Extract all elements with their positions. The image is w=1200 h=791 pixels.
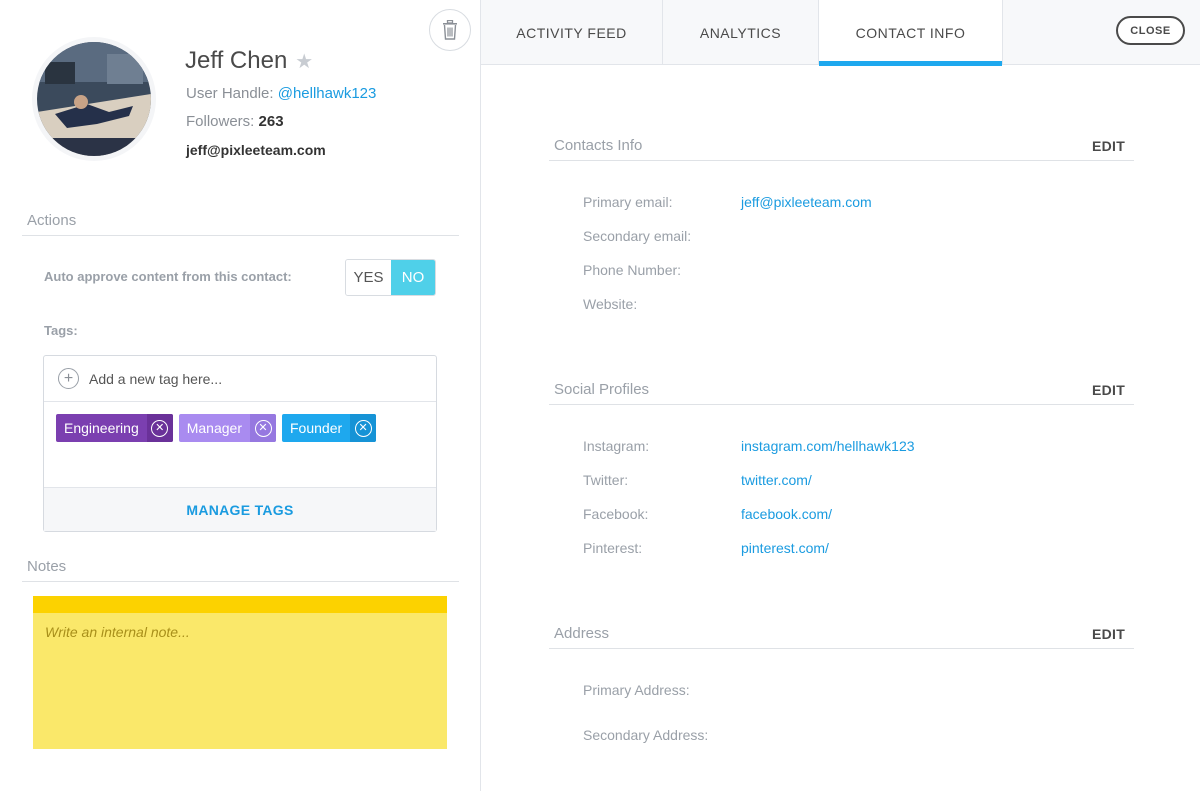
contact-sidebar: Jeff Chen ★ User Handle: @hellhawk123 Fo… <box>0 0 481 791</box>
avatar <box>32 37 156 161</box>
tag-chip-label: Manager <box>186 420 242 436</box>
contacts-info-divider <box>549 160 1134 161</box>
user-handle-link[interactable]: @hellhawk123 <box>278 85 377 102</box>
followers-count: 263 <box>258 113 284 130</box>
tab-analytics[interactable]: ANALYTICS <box>663 0 819 65</box>
social-profiles-heading: Social Profiles <box>554 381 650 398</box>
add-tag-input[interactable]: + Add a new tag here... <box>44 356 436 402</box>
secondary-email-label: Secondary email: <box>583 228 692 244</box>
actions-heading: Actions <box>27 212 77 229</box>
close-circle-icon: ✕ <box>151 419 169 437</box>
delete-contact-button[interactable] <box>429 9 471 51</box>
avatar-photo <box>37 42 151 156</box>
secondary-address-label: Secondary Address: <box>583 727 709 743</box>
tags-box: + Add a new tag here... Engineering ✕ Ma… <box>43 355 437 532</box>
tag-chip-manager: Manager ✕ <box>178 414 276 442</box>
close-circle-icon: ✕ <box>354 419 372 437</box>
notes-divider <box>22 581 459 582</box>
social-profiles-divider <box>549 404 1134 405</box>
add-tag-placeholder: Add a new tag here... <box>89 370 223 387</box>
contact-name-text: Jeff Chen <box>185 47 288 74</box>
contact-email: jeff@pixleeteam.com <box>186 142 326 158</box>
primary-email-link[interactable]: jeff@pixleeteam.com <box>741 194 872 210</box>
followers-row: Followers: 263 <box>186 113 284 130</box>
twitter-label: Twitter: <box>583 472 629 488</box>
instagram-link[interactable]: instagram.com/hellhawk123 <box>741 438 915 454</box>
primary-email-label: Primary email: <box>583 194 673 210</box>
followers-label: Followers: <box>186 113 255 130</box>
pinterest-link[interactable]: pinterest.com/ <box>741 540 829 556</box>
tag-chip-label: Engineering <box>64 420 139 436</box>
instagram-label: Instagram: <box>583 438 650 454</box>
address-heading: Address <box>554 625 610 642</box>
tab-bar: ACTIVITY FEED ANALYTICS CONTACT INFO <box>481 0 1200 66</box>
user-handle-label: User Handle: <box>186 85 274 102</box>
tag-chip-label: Founder <box>290 420 343 436</box>
notes-heading: Notes <box>27 558 67 575</box>
remove-tag-button[interactable]: ✕ <box>250 414 276 442</box>
remove-tag-button[interactable]: ✕ <box>350 414 377 442</box>
close-circle-icon: ✕ <box>254 419 272 437</box>
actions-divider <box>22 235 459 236</box>
address-divider <box>549 648 1134 649</box>
tag-list: Engineering ✕ Manager ✕ Founder ✕ <box>56 414 377 442</box>
primary-address-label: Primary Address: <box>583 682 690 698</box>
twitter-link[interactable]: twitter.com/ <box>741 472 812 488</box>
note-header-bar <box>33 596 447 613</box>
auto-approve-label: Auto approve content from this contact: <box>44 269 292 284</box>
tag-chip-founder: Founder ✕ <box>282 414 377 442</box>
website-label: Website: <box>583 296 638 312</box>
facebook-label: Facebook: <box>583 506 649 522</box>
note-placeholder: Write an internal note... <box>45 624 190 640</box>
facebook-link[interactable]: facebook.com/ <box>741 506 832 522</box>
internal-note-field[interactable]: Write an internal note... <box>33 596 447 749</box>
edit-address-button[interactable]: EDIT <box>1092 626 1125 642</box>
edit-contacts-info-button[interactable]: EDIT <box>1092 138 1125 154</box>
tab-contact-info[interactable]: CONTACT INFO <box>819 0 1003 66</box>
contacts-info-heading: Contacts Info <box>554 137 643 154</box>
remove-tag-button[interactable]: ✕ <box>146 414 173 442</box>
auto-approve-toggle: YES NO <box>345 259 436 296</box>
auto-approve-no-button[interactable]: NO <box>391 260 435 295</box>
user-handle-row: User Handle: @hellhawk123 <box>186 85 376 102</box>
tab-activity-feed[interactable]: ACTIVITY FEED <box>481 0 663 65</box>
tag-chip-engineering: Engineering ✕ <box>56 414 173 442</box>
tags-label: Tags: <box>44 323 78 338</box>
close-button[interactable]: CLOSE <box>1116 16 1185 45</box>
star-icon[interactable]: ★ <box>295 49 313 74</box>
manage-tags-button[interactable]: MANAGE TAGS <box>44 487 436 531</box>
contact-name: Jeff Chen ★ <box>185 47 313 75</box>
edit-social-profiles-button[interactable]: EDIT <box>1092 382 1125 398</box>
pinterest-label: Pinterest: <box>583 540 643 556</box>
trash-icon <box>443 20 457 40</box>
phone-number-label: Phone Number: <box>583 262 682 278</box>
add-circle-icon[interactable]: + <box>58 368 79 389</box>
auto-approve-yes-button[interactable]: YES <box>346 260 391 295</box>
